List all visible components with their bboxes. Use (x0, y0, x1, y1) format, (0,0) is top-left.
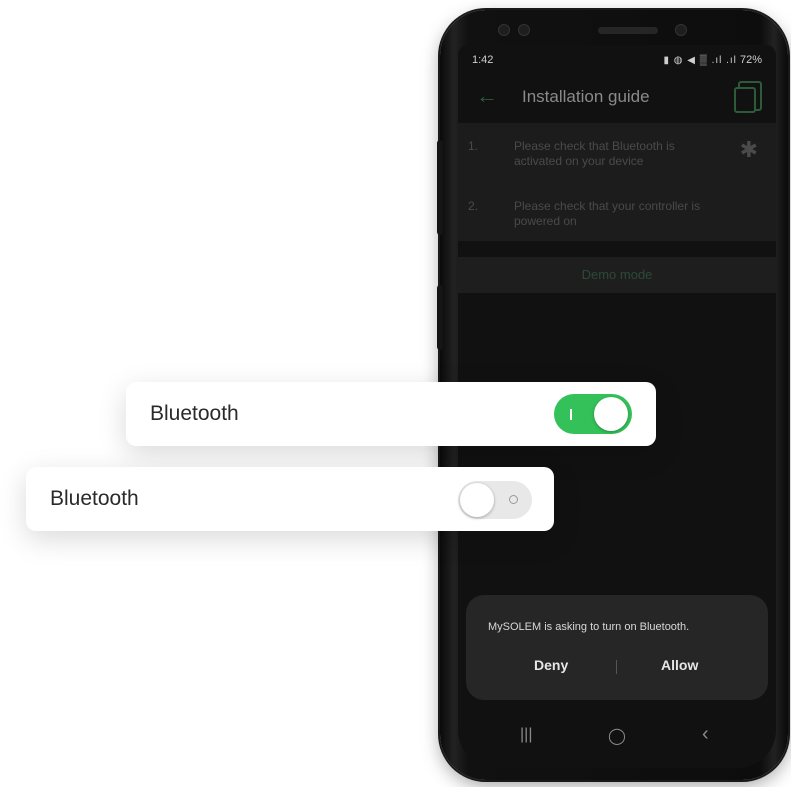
page-title: Installation guide (522, 87, 650, 106)
bixby-button (437, 285, 443, 350)
toggle-knob (460, 483, 494, 517)
sensor-dot (518, 24, 530, 36)
document-icon[interactable] (734, 81, 762, 113)
bluetooth-label: Bluetooth (50, 487, 139, 510)
bluetooth-permission-dialog: MySOLEM is asking to turn on Bluetooth. … (466, 595, 768, 700)
back-arrow-icon[interactable]: ← (476, 83, 498, 109)
bluetooth-toggle-card-off: Bluetooth (26, 467, 554, 531)
toggle-on-mark-icon (570, 409, 572, 420)
battery-level: 72% (739, 54, 762, 66)
front-camera (675, 24, 687, 36)
bluetooth-toggle-on[interactable] (554, 394, 632, 434)
step-text: Please check that your controller is pow… (514, 199, 701, 228)
bluetooth-label: Bluetooth (150, 402, 239, 425)
status-time: 1:42 (472, 54, 494, 66)
toggle-knob (594, 397, 628, 431)
step-text: Please check that Bluetooth is activated… (514, 139, 675, 168)
step-number: 2. (468, 199, 479, 213)
signal-icons: ▮ ◍ ◀ ▒ .ıl .ıl (663, 55, 737, 66)
dialog-message: MySOLEM is asking to turn on Bluetooth. (488, 621, 690, 633)
status-icons: ▮ ◍ ◀ ▒ .ıl .ıl 72% (663, 54, 762, 66)
navigation-bar: ||| ◯ ‹ (458, 722, 776, 752)
toggle-off-mark-icon (509, 495, 518, 504)
volume-button (437, 140, 443, 235)
status-bar: 1:42 ▮ ◍ ◀ ▒ .ıl .ıl 72% (472, 51, 762, 69)
home-icon[interactable]: ◯ (608, 726, 626, 746)
dialog-divider (616, 660, 617, 674)
step-number: 1. (468, 139, 479, 153)
recents-icon[interactable]: ||| (520, 726, 532, 744)
nav-back-icon[interactable]: ‹ (702, 723, 709, 746)
bluetooth-toggle-off[interactable] (458, 481, 532, 519)
sensor-dot (498, 24, 510, 36)
deny-button[interactable]: Deny (534, 657, 568, 673)
bluetooth-toggle-card-on: Bluetooth (126, 382, 656, 446)
app-header: ← Installation guide (458, 75, 776, 119)
installation-steps-panel: 1. Please check that Bluetooth is activa… (458, 123, 776, 241)
allow-button[interactable]: Allow (661, 657, 698, 673)
demo-mode-button[interactable]: Demo mode (458, 257, 776, 293)
bluetooth-icon: ✱ (739, 137, 758, 162)
earpiece-speaker (598, 27, 658, 34)
